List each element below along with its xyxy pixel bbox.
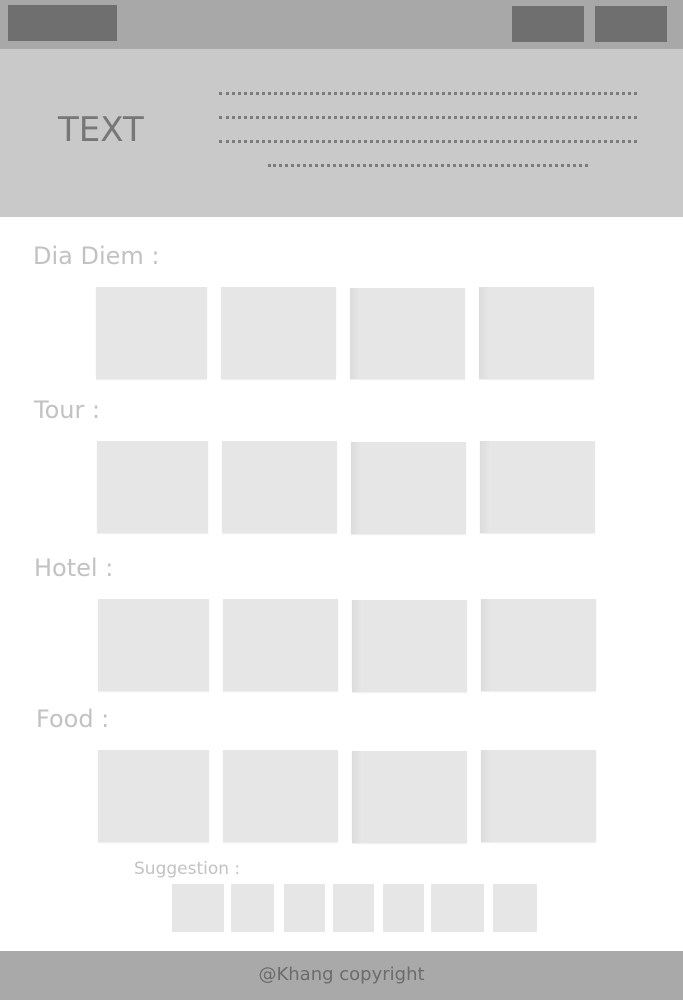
nav-button-1[interactable]	[512, 6, 584, 42]
hotel-card[interactable]	[223, 599, 338, 691]
suggestion-label: Suggestion :	[134, 859, 241, 879]
suggestion-item[interactable]	[172, 884, 224, 932]
hotel-card[interactable]	[352, 600, 467, 692]
dia-diem-card[interactable]	[96, 287, 207, 379]
hero-text-line-1	[219, 92, 637, 95]
hero-text-line-4	[268, 164, 588, 167]
tour-card[interactable]	[222, 441, 337, 533]
logo-placeholder[interactable]	[8, 5, 117, 41]
dia-diem-card[interactable]	[221, 287, 336, 379]
suggestion-item[interactable]	[431, 884, 484, 932]
food-card[interactable]	[223, 750, 338, 842]
food-card[interactable]	[98, 750, 209, 842]
hero-title: TEXT	[58, 110, 144, 150]
suggestion-item[interactable]	[333, 884, 374, 932]
top-nav-bar	[0, 0, 683, 49]
tour-card[interactable]	[480, 441, 595, 533]
hero-text-line-3	[219, 140, 637, 143]
hotel-card[interactable]	[98, 599, 209, 691]
section-label-dia-diem: Dia Diem :	[33, 242, 160, 270]
copyright-text: @Khang copyright	[258, 964, 425, 985]
dia-diem-card[interactable]	[350, 288, 465, 379]
suggestion-item[interactable]	[493, 884, 537, 932]
tour-card[interactable]	[97, 441, 208, 533]
hotel-card[interactable]	[481, 599, 596, 691]
tour-card[interactable]	[351, 442, 466, 534]
food-card[interactable]	[481, 750, 596, 842]
suggestion-item[interactable]	[284, 884, 325, 932]
section-label-tour: Tour :	[34, 396, 101, 424]
suggestion-item[interactable]	[231, 884, 274, 932]
nav-button-2[interactable]	[595, 6, 667, 42]
section-label-hotel: Hotel :	[34, 554, 114, 582]
dia-diem-card[interactable]	[479, 287, 594, 379]
hero-text-line-2	[219, 116, 637, 119]
suggestion-item[interactable]	[383, 884, 424, 932]
section-label-food: Food :	[36, 705, 110, 733]
food-card[interactable]	[352, 751, 467, 843]
footer: @Khang copyright	[0, 951, 683, 1000]
